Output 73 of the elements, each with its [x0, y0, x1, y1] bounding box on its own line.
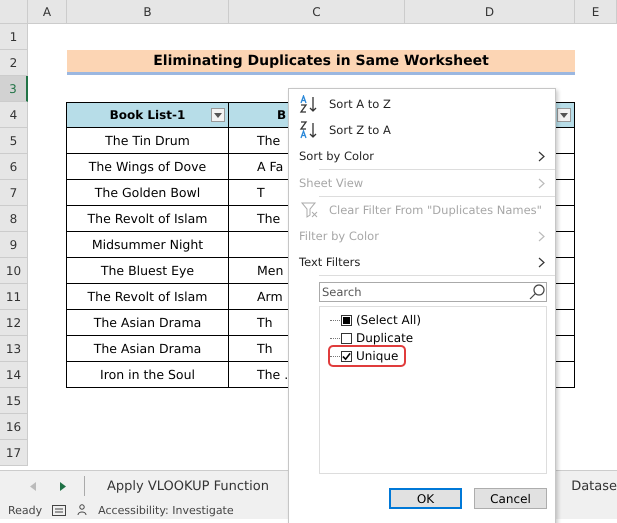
- table-cell: The Asian Drama: [66, 310, 229, 336]
- search-field[interactable]: Search: [319, 282, 547, 302]
- sheet-title: Eliminating Duplicates in Same Worksheet: [67, 50, 575, 75]
- table-cell: Iron in the Soul: [66, 362, 229, 388]
- row-header[interactable]: 12: [0, 310, 28, 336]
- filter-dropdown-button[interactable]: [211, 108, 225, 122]
- table-cell: The Bluest Eye: [66, 258, 229, 284]
- checkbox[interactable]: [341, 314, 352, 326]
- chevron-right-icon: [538, 256, 545, 268]
- checkbox[interactable]: [341, 332, 352, 344]
- table-cell: The: [257, 211, 280, 226]
- table-cell: A Fa: [257, 159, 284, 174]
- table-cell: Arm: [257, 289, 283, 304]
- value-option[interactable]: Duplicate: [330, 329, 420, 347]
- row-header[interactable]: 7: [0, 180, 28, 206]
- caret-icon: [560, 112, 568, 118]
- accessibility-status[interactable]: Accessibility: Investigate: [98, 504, 234, 516]
- status-text: Ready: [8, 504, 42, 516]
- row-header[interactable]: 3: [0, 76, 28, 102]
- row-header[interactable]: 11: [0, 284, 28, 310]
- table-cell: Th: [257, 315, 273, 330]
- row-header[interactable]: 13: [0, 336, 28, 362]
- row-header[interactable]: 2: [0, 50, 28, 76]
- sheet-tab[interactable]: Apply VLOOKUP Function: [101, 478, 275, 494]
- column-header[interactable]: E: [575, 0, 617, 24]
- row-header[interactable]: 6: [0, 154, 28, 180]
- column-header[interactable]: A: [28, 0, 67, 24]
- caret-icon: [214, 112, 222, 118]
- menu-item[interactable]: Sort by Color: [289, 143, 555, 169]
- sheet-tab[interactable]: Datase: [565, 478, 617, 494]
- table-cell: The Asian Drama: [66, 336, 229, 362]
- person-icon[interactable]: [76, 504, 88, 516]
- column-header[interactable]: C: [229, 0, 405, 24]
- value-option[interactable]: Unique: [330, 347, 404, 365]
- row-header[interactable]: 5: [0, 128, 28, 154]
- page-view-icon[interactable]: [52, 504, 66, 516]
- column-header[interactable]: D: [405, 0, 575, 24]
- table-cell: The Golden Bowl: [66, 180, 229, 206]
- table-cell: The Revolt of Islam: [66, 206, 229, 232]
- row-header[interactable]: 1: [0, 24, 28, 50]
- table-cell: The: [257, 133, 280, 148]
- row-header[interactable]: 8: [0, 206, 28, 232]
- table-cell: The .: [257, 367, 288, 382]
- scroll-right-icon[interactable]: [60, 482, 66, 490]
- chevron-right-icon: [538, 178, 545, 188]
- header-label: B: [277, 108, 286, 122]
- table-cell: Midsummer Night: [66, 232, 229, 258]
- row-header[interactable]: 10: [0, 258, 28, 284]
- menu-item[interactable]: Sort A to Z: [289, 91, 555, 117]
- column-header[interactable]: B: [67, 0, 229, 24]
- table-cell: The Revolt of Islam: [66, 284, 229, 310]
- header-label: Book List-1: [110, 108, 186, 122]
- row-header[interactable]: 9: [0, 232, 28, 258]
- table-cell: The Wings of Dove: [66, 154, 229, 180]
- dialog-button[interactable]: Cancel: [474, 488, 547, 509]
- chevron-right-icon: [538, 150, 545, 162]
- menu-item[interactable]: Text Filters: [289, 249, 555, 275]
- filter-dropdown-button[interactable]: [557, 108, 571, 122]
- dialog-button[interactable]: OK: [389, 488, 462, 509]
- checkbox[interactable]: [341, 350, 352, 362]
- row-header[interactable]: 15: [0, 388, 28, 414]
- search-icon: [529, 284, 545, 300]
- chevron-right-icon: [538, 230, 545, 242]
- table-cell: Th: [257, 341, 273, 356]
- row-header[interactable]: 17: [0, 440, 28, 466]
- value-option[interactable]: (Select All): [330, 311, 428, 329]
- row-header[interactable]: 4: [0, 102, 28, 128]
- table-cell: T: [257, 185, 265, 200]
- table-cell: The Tin Drum: [66, 128, 229, 154]
- row-header[interactable]: 16: [0, 414, 28, 440]
- menu-item[interactable]: Sort Z to A: [289, 117, 555, 143]
- row-header[interactable]: 14: [0, 362, 28, 388]
- table-cell: Men: [257, 263, 284, 278]
